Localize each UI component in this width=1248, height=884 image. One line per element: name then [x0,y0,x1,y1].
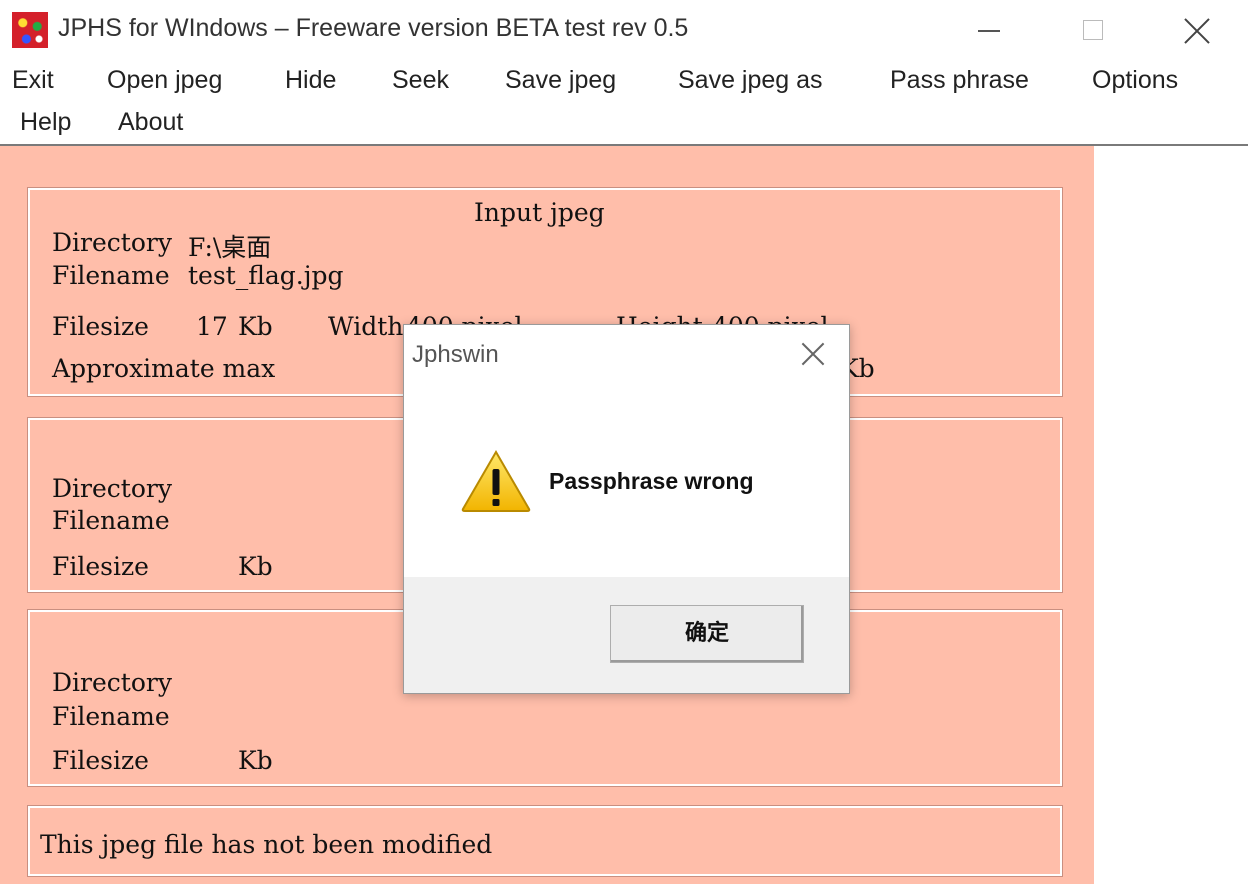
filesize-label: Filesize [52,312,149,341]
menu-save-jpeg-as[interactable]: Save jpeg as [678,66,823,95]
status-text: This jpeg file has not been modified [40,830,493,859]
filesize-label: Filesize [52,746,149,775]
filesize-unit: Kb [238,552,273,581]
filesize-label: Filesize [52,552,149,581]
dialog-footer: 确定 [404,577,849,693]
filename-label: Filename [52,702,170,731]
close-button[interactable] [1178,10,1218,50]
warning-icon [461,450,531,512]
menu-seek[interactable]: Seek [392,66,449,95]
menu-bar: Exit Open jpeg Hide Seek Save jpeg Save … [0,60,1248,146]
app-icon[interactable] [12,12,48,48]
menu-save-jpeg[interactable]: Save jpeg [505,66,616,95]
dialog-message: Passphrase wrong [549,468,754,494]
approx-max-label: Approximate max [52,354,276,383]
panel-heading: Input jpeg [474,198,605,227]
status-panel: This jpeg file has not been modified [27,805,1063,877]
ok-button[interactable]: 确定 [610,605,804,663]
passphrase-error-dialog: Jphswin Passphrase wrong 确定 [403,324,850,694]
filesize-value: 17 [196,312,228,341]
width-label: Width [328,312,404,341]
filename-label: Filename [52,506,170,535]
menu-exit[interactable]: Exit [12,66,54,95]
menu-hide[interactable]: Hide [285,66,336,95]
filesize-unit: Kb [238,312,273,341]
filesize-unit: Kb [238,746,273,775]
menu-about[interactable]: About [118,108,183,137]
menu-pass-phrase[interactable]: Pass phrase [890,66,1029,95]
maximize-button[interactable] [1075,10,1115,50]
menu-options[interactable]: Options [1092,66,1178,95]
window-title: JPHS for WIndows – Freeware version BETA… [58,14,689,42]
dialog-close-button[interactable] [798,339,828,369]
directory-label: Directory [52,668,172,697]
menu-help[interactable]: Help [20,108,71,137]
filename-label: Filename [52,261,170,290]
dialog-title: Jphswin [412,341,499,368]
title-bar: JPHS for WIndows – Freeware version BETA… [0,0,1248,60]
directory-label: Directory [52,474,172,503]
directory-label: Directory [52,228,172,257]
menu-open-jpeg[interactable]: Open jpeg [107,66,222,95]
directory-value: F:\桌面 [188,233,272,262]
filename-value: test_flag.jpg [188,261,344,290]
minimize-button[interactable] [970,10,1010,50]
